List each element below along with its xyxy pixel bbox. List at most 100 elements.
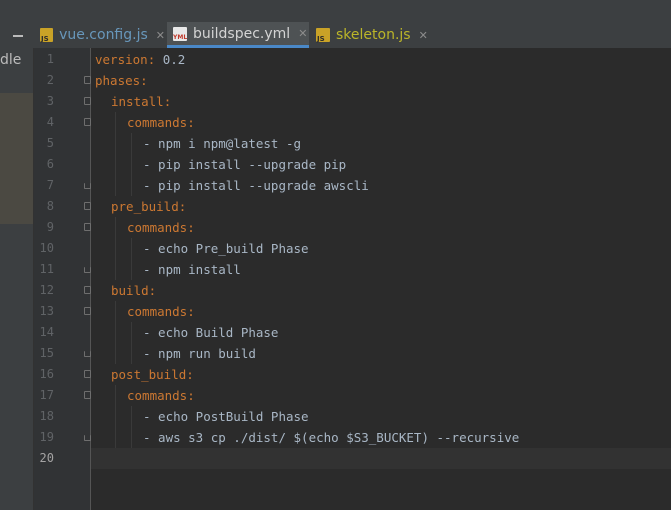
line-number: 2 xyxy=(46,73,54,87)
fold-marker-icon[interactable] xyxy=(84,118,91,126)
yaml-key: commands xyxy=(127,304,188,319)
code-text: install: xyxy=(111,91,171,112)
fold-marker-icon[interactable] xyxy=(84,307,91,315)
code-line[interactable]: 7 - pip install --upgrade awscli xyxy=(0,175,671,196)
line-number: 11 xyxy=(39,262,54,276)
code-text: - aws s3 cp ./dist/ $(echo $S3_BUCKET) -… xyxy=(143,427,519,448)
line-number: 13 xyxy=(39,304,54,318)
code-line[interactable]: 2 phases: xyxy=(0,70,671,91)
code-line[interactable]: 6 - pip install --upgrade pip xyxy=(0,154,671,175)
yaml-key: build xyxy=(111,283,149,298)
code-line[interactable]: 13 commands: xyxy=(0,301,671,322)
yaml-colon: : xyxy=(186,367,194,382)
code-line[interactable]: 12 build: xyxy=(0,280,671,301)
indent-guide xyxy=(131,154,132,175)
tab-buildspec[interactable]: buildspec.yml ✕ xyxy=(167,22,309,48)
fold-marker-icon[interactable] xyxy=(84,183,91,189)
indent-guide xyxy=(115,112,116,133)
yaml-value: 0.2 xyxy=(155,52,186,67)
yaml-list-item: - echo Build Phase xyxy=(143,325,279,340)
code-line[interactable]: 5 - npm i npm@latest -g xyxy=(0,133,671,154)
code-line[interactable]: 17 commands: xyxy=(0,385,671,406)
code-text: - echo Pre_build Phase xyxy=(143,238,309,259)
indent-guide xyxy=(131,259,132,280)
fold-marker-icon[interactable] xyxy=(84,286,91,294)
indent-guide xyxy=(131,133,132,154)
line-number: 14 xyxy=(39,325,54,339)
yaml-key: post_build xyxy=(111,367,187,382)
code-line[interactable]: 20 xyxy=(0,448,671,469)
line-number: 7 xyxy=(46,178,54,192)
yaml-colon: : xyxy=(163,94,172,109)
fold-marker-icon[interactable] xyxy=(84,223,91,231)
yaml-list-item: - npm i npm@latest -g xyxy=(143,136,302,151)
js-file-icon xyxy=(40,28,54,43)
tab-vue-config[interactable]: vue.config.js ✕ xyxy=(34,22,165,48)
indent-guide xyxy=(115,343,116,364)
indent-guide xyxy=(115,154,116,175)
close-tab-icon[interactable]: ✕ xyxy=(156,29,165,42)
code-line[interactable]: 1 version: 0.2 xyxy=(0,49,671,70)
code-line[interactable]: 15 - npm run build xyxy=(0,343,671,364)
yaml-key: commands xyxy=(127,115,188,130)
code-line[interactable]: 3 install: xyxy=(0,91,671,112)
indent-guide xyxy=(115,385,116,406)
yaml-list-item: - aws s3 cp ./dist/ $(echo $S3_BUCKET) -… xyxy=(143,430,520,445)
fold-marker-icon[interactable] xyxy=(84,351,91,357)
tab-skeleton[interactable]: skeleton.js ✕ xyxy=(310,22,430,48)
yaml-key: phases xyxy=(95,73,141,88)
close-tab-icon[interactable]: ✕ xyxy=(298,27,307,40)
indent-guide xyxy=(115,175,116,196)
code-line[interactable]: 18 - echo PostBuild Phase xyxy=(0,406,671,427)
yaml-key: commands xyxy=(127,220,188,235)
fold-marker-icon[interactable] xyxy=(84,267,91,273)
code-line[interactable]: 4 commands: xyxy=(0,112,671,133)
code-line[interactable]: 8 pre_build: xyxy=(0,196,671,217)
indent-guide xyxy=(115,133,116,154)
code-line[interactable]: 14 - echo Build Phase xyxy=(0,322,671,343)
indent-guide xyxy=(131,406,132,427)
line-number: 8 xyxy=(46,199,54,213)
code-line[interactable]: 9 commands: xyxy=(0,217,671,238)
code-line[interactable]: 16 post_build: xyxy=(0,364,671,385)
yaml-list-item: - pip install --upgrade pip xyxy=(143,157,347,172)
code-line[interactable]: 19 - aws s3 cp ./dist/ $(echo $S3_BUCKET)… xyxy=(0,427,671,448)
window-top-strip xyxy=(0,0,671,22)
fold-marker-icon[interactable] xyxy=(84,76,91,84)
line-number: 3 xyxy=(46,94,54,108)
fold-marker-icon[interactable] xyxy=(84,202,91,210)
line-number: 20 xyxy=(39,451,54,465)
line-number: 4 xyxy=(46,115,54,129)
close-tab-icon[interactable]: ✕ xyxy=(419,29,428,42)
yaml-key: install xyxy=(111,94,164,109)
line-number: 15 xyxy=(39,346,54,360)
code-line[interactable]: 11 - npm install xyxy=(0,259,671,280)
yaml-colon: : xyxy=(187,388,195,403)
code-text: - pip install --upgrade pip xyxy=(143,154,346,175)
tab-label: skeleton.js xyxy=(336,27,411,43)
line-number: 1 xyxy=(46,52,54,66)
code-text: - pip install --upgrade awscli xyxy=(143,175,369,196)
fold-marker-icon[interactable] xyxy=(84,97,91,105)
yml-file-icon xyxy=(173,26,187,41)
code-text: - npm i npm@latest -g xyxy=(143,133,301,154)
fold-marker-icon[interactable] xyxy=(84,370,91,378)
code-text: build: xyxy=(111,280,156,301)
code-line[interactable]: 10 - echo Pre_build Phase xyxy=(0,238,671,259)
code-text: - echo Build Phase xyxy=(143,322,278,343)
yaml-colon: : xyxy=(187,115,195,130)
yaml-list-item: - echo PostBuild Phase xyxy=(143,409,309,424)
indent-guide xyxy=(131,175,132,196)
fold-marker-icon[interactable] xyxy=(84,391,91,399)
code-text: commands: xyxy=(127,301,195,322)
code-text: commands: xyxy=(127,112,195,133)
line-number: 17 xyxy=(39,388,54,402)
code-text: - npm install xyxy=(143,259,241,280)
collapse-panel-icon[interactable] xyxy=(13,35,23,37)
yaml-key: version xyxy=(95,52,148,67)
fold-marker-icon[interactable] xyxy=(84,435,91,441)
line-number: 6 xyxy=(46,157,54,171)
code-text: pre_build: xyxy=(111,196,186,217)
tab-label: vue.config.js xyxy=(59,27,148,43)
indent-guide xyxy=(115,406,116,427)
